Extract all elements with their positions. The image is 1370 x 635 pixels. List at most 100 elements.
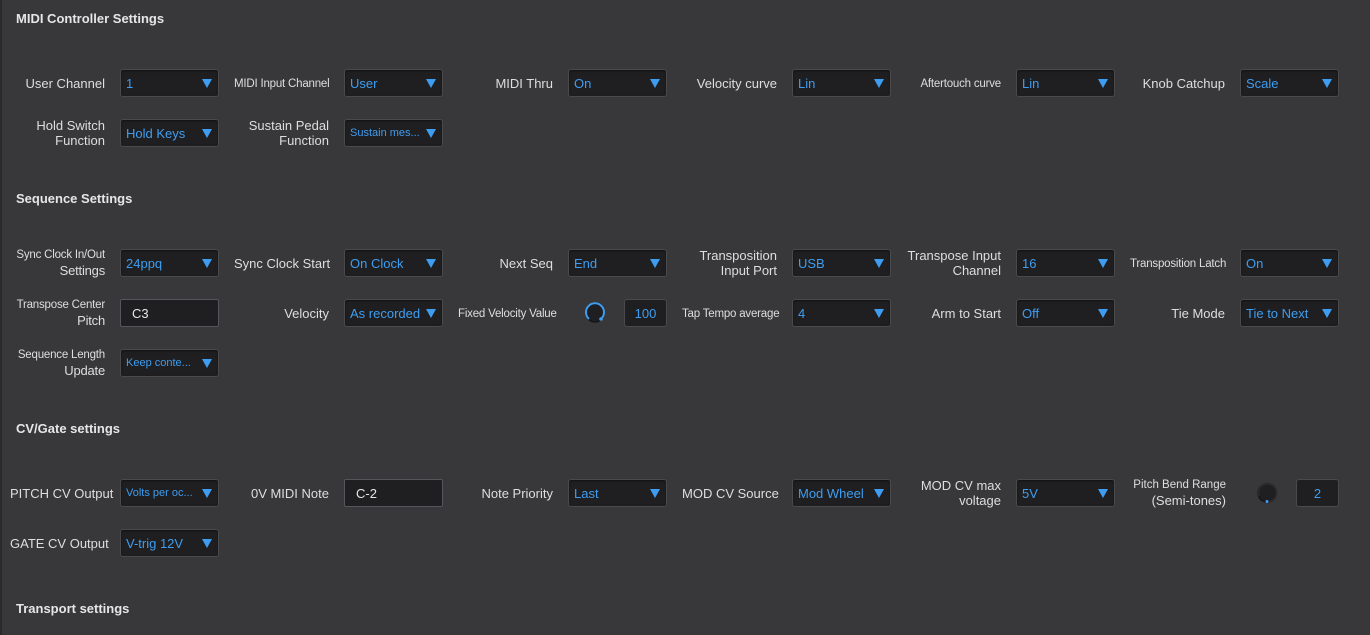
pitch-bend-range-knob-icon[interactable]: [1255, 481, 1279, 505]
label-midi-thru: MIDI Thru: [495, 76, 553, 91]
note-priority-value: Last: [574, 485, 599, 501]
velocity-curve-dropdown[interactable]: Lin: [792, 69, 891, 97]
label-knob-catchup: Knob Catchup: [1142, 76, 1225, 91]
tie-mode-value: Tie to Next: [1246, 305, 1309, 321]
label-next-seq: Next Seq: [499, 256, 553, 271]
next-seq-dropdown[interactable]: End: [568, 249, 667, 277]
fixed-velocity-value-field[interactable]: 100: [624, 299, 667, 327]
section-title-midi: MIDI Controller Settings: [16, 11, 165, 26]
label-transpose-input-channel-line1: Transpose Input: [907, 248, 1001, 263]
label-sync-clock-start: Sync Clock Start: [234, 256, 331, 271]
mod-cv-max-dropdown[interactable]: 5V: [1016, 479, 1115, 507]
velocity-curve-value: Lin: [798, 75, 816, 91]
label-mod-cv-source: MOD CV Source: [682, 486, 779, 501]
sync-clock-start-dropdown[interactable]: On Clock: [344, 249, 443, 277]
pitch-cv-output-dropdown[interactable]: Volts per oc...: [120, 479, 219, 507]
chevron-down-icon: [202, 539, 212, 548]
arm-to-start-dropdown[interactable]: Off: [1016, 299, 1115, 327]
knob-catchup-dropdown[interactable]: Scale: [1240, 69, 1339, 97]
section-title-sequence: Sequence Settings: [16, 191, 133, 206]
transposition-latch-dropdown[interactable]: On: [1240, 249, 1339, 277]
label-mod-cv-max-line2: voltage: [959, 493, 1001, 508]
fixed-velocity-knob-icon[interactable]: [583, 301, 607, 325]
mod-cv-max-value: 5V: [1022, 485, 1038, 501]
aftertouch-curve-value: Lin: [1022, 75, 1040, 91]
label-sync-clock-inout: Sync Clock In/Out Settings: [10, 248, 105, 278]
transposition-input-port-dropdown[interactable]: USB: [792, 249, 891, 277]
chevron-down-icon: [650, 489, 660, 498]
sync-clock-start-value: On Clock: [350, 255, 404, 271]
next-seq-value: End: [574, 255, 598, 271]
chevron-down-icon: [650, 79, 660, 88]
chevron-down-icon: [1098, 489, 1108, 498]
chevron-down-icon: [202, 259, 212, 268]
label-transpose-input-channel: Transpose Input Channel: [906, 248, 1001, 278]
label-transposition-latch: Transposition Latch: [1130, 258, 1227, 270]
arm-to-start-value: Off: [1022, 305, 1040, 321]
chevron-down-icon: [202, 359, 212, 368]
label-0v-midi-note: 0V MIDI Note: [250, 486, 329, 501]
chevron-down-icon: [1098, 259, 1108, 268]
label-transpose-input-channel-line2: Channel: [952, 263, 1001, 278]
midi-input-channel-dropdown[interactable]: User: [344, 69, 443, 97]
label-transposition-input-port-line1: Transposition: [699, 248, 777, 263]
chevron-down-icon: [874, 309, 884, 318]
chevron-down-icon: [1322, 79, 1332, 88]
chevron-down-icon: [426, 79, 436, 88]
seq-length-update-value: Keep conte...: [126, 357, 191, 369]
transpose-center-pitch-input[interactable]: C3: [120, 299, 219, 327]
user-channel-dropdown[interactable]: 1: [120, 69, 219, 97]
label-mod-cv-max-line1: MOD CV max: [920, 478, 1001, 493]
chevron-down-icon: [426, 259, 436, 268]
section-title-cvgate: CV/Gate settings: [16, 421, 121, 436]
tie-mode-dropdown[interactable]: Tie to Next: [1240, 299, 1339, 327]
label-fixed-velocity: Fixed Velocity Value: [458, 308, 557, 320]
tap-tempo-dropdown[interactable]: 4: [792, 299, 891, 327]
user-channel-value: 1: [126, 75, 134, 91]
sync-clock-inout-value: 24ppq: [126, 255, 163, 271]
label-velocity-curve: Velocity curve: [696, 76, 777, 91]
zero-v-midi-note-input[interactable]: C-2: [344, 479, 443, 507]
label-pitch-bend-range: Pitch Bend Range (Semi-tones): [1131, 478, 1226, 508]
velocity-dropdown[interactable]: As recorded: [344, 299, 443, 327]
label-pitch-bend-range-line1: Pitch Bend Range: [1133, 479, 1226, 491]
hold-switch-dropdown[interactable]: Hold Keys: [120, 119, 219, 147]
chevron-down-icon: [1098, 79, 1108, 88]
transposition-input-port-value: USB: [798, 255, 825, 271]
label-transpose-center-pitch-line2: Pitch: [77, 313, 105, 328]
knob-catchup-value: Scale: [1246, 75, 1279, 91]
transpose-input-channel-value: 16: [1022, 255, 1037, 271]
chevron-down-icon: [874, 79, 884, 88]
gate-cv-output-dropdown[interactable]: V-trig 12V: [120, 529, 219, 557]
section-title-transport: Transport settings: [16, 601, 130, 616]
pitch-cv-output-value: Volts per oc...: [126, 487, 193, 499]
label-mod-cv-max: MOD CV max voltage: [906, 478, 1001, 508]
midi-thru-dropdown[interactable]: On: [568, 69, 667, 97]
sustain-pedal-value: Sustain mes...: [350, 127, 420, 139]
midi-thru-value: On: [574, 75, 592, 91]
chevron-down-icon: [874, 489, 884, 498]
aftertouch-curve-dropdown[interactable]: Lin: [1016, 69, 1115, 97]
label-hold-switch-line1: Hold Switch: [36, 118, 105, 133]
midi-input-channel-value: User: [350, 75, 378, 91]
label-sync-clock-inout-line1: Sync Clock In/Out: [16, 249, 105, 261]
left-edge: [0, 0, 2, 635]
chevron-down-icon: [202, 79, 212, 88]
sync-clock-inout-dropdown[interactable]: 24ppq: [120, 249, 219, 277]
label-sustain-pedal-line1: Sustain Pedal: [248, 118, 329, 133]
note-priority-dropdown[interactable]: Last: [568, 479, 667, 507]
chevron-down-icon: [426, 129, 436, 138]
transpose-input-channel-dropdown[interactable]: 16: [1016, 249, 1115, 277]
label-transpose-center-pitch-line1: Transpose Center: [16, 299, 106, 311]
label-user-channel: User Channel: [25, 76, 106, 91]
pitch-bend-range-value-field[interactable]: 2: [1296, 479, 1339, 507]
chevron-down-icon: [202, 129, 212, 138]
chevron-down-icon: [426, 309, 436, 318]
chevron-down-icon: [1322, 309, 1332, 318]
chevron-down-icon: [1322, 259, 1332, 268]
label-note-priority: Note Priority: [481, 486, 553, 501]
seq-length-update-dropdown[interactable]: Keep conte...: [120, 349, 219, 377]
sustain-pedal-dropdown[interactable]: Sustain mes...: [344, 119, 443, 147]
chevron-down-icon: [650, 259, 660, 268]
mod-cv-source-dropdown[interactable]: Mod Wheel: [792, 479, 891, 507]
